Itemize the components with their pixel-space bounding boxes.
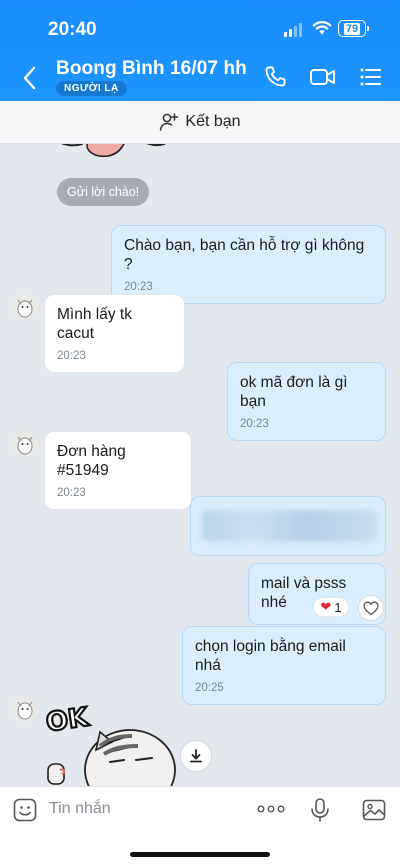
back-icon[interactable]: [20, 64, 40, 92]
more-icon[interactable]: [257, 805, 285, 813]
download-button[interactable]: [180, 740, 212, 772]
reaction-count: 1: [334, 599, 342, 615]
message-text: Đơn hàng #51949: [57, 443, 126, 479]
message-outgoing[interactable]: chọn login bằng email nhá 20:25: [182, 626, 386, 705]
add-friend-bar[interactable]: Kết bạn: [0, 101, 400, 144]
like-button[interactable]: [358, 595, 384, 621]
chat-area[interactable]: Gửi lời chào! Chào bạn, bạn cần hỗ trợ g…: [0, 144, 400, 786]
heart-outline-icon: [363, 601, 379, 615]
message-time: 20:23: [57, 487, 86, 500]
sticker-text: OK: [44, 702, 91, 738]
send-greeting-chip[interactable]: Gửi lời chào!: [57, 178, 150, 206]
battery-icon: 79: [338, 20, 369, 37]
wifi-icon: [312, 21, 332, 35]
message-outgoing[interactable]: ok mã đơn là gì bạn 20:23: [227, 362, 386, 441]
message-text: Mình lấy tk cacut: [57, 306, 132, 342]
message-input-bar: Tin nhắn: [0, 786, 400, 832]
add-friend-label: Kết bạn: [185, 113, 241, 130]
message-text: Chào bạn, bạn cần hỗ trợ gì không ?: [124, 237, 365, 273]
blurred-content: [201, 510, 377, 542]
sticker-partial-top: [61, 144, 166, 158]
sticker-icon[interactable]: [12, 797, 38, 823]
heart-icon: ❤: [320, 599, 332, 614]
image-icon[interactable]: [361, 797, 387, 823]
avatar[interactable]: [12, 696, 38, 722]
status-time: 20:40: [48, 19, 97, 40]
signal-icon: [284, 23, 302, 37]
contact-name[interactable]: Boong Bình 16/07 hh: [56, 58, 247, 80]
status-bar: 20:40 79: [0, 0, 400, 54]
message-outgoing-blurred[interactable]: [190, 496, 386, 556]
avatar[interactable]: [12, 431, 38, 457]
chat-header: 20:40 79 Boong Bình 16/07 hh NGƯỜI LẠ: [0, 0, 400, 101]
message-time: 20:23: [124, 281, 153, 294]
message-text: chọn login bằng email nhá: [195, 638, 346, 674]
message-outgoing[interactable]: Chào bạn, bạn cần hỗ trợ gì không ? 20:2…: [111, 225, 386, 304]
message-time: 20:23: [57, 350, 86, 363]
phone-icon[interactable]: [262, 64, 288, 90]
avatar[interactable]: [12, 294, 38, 320]
add-user-icon: [160, 113, 179, 131]
message-incoming[interactable]: Mình lấy tk cacut 20:23: [44, 294, 185, 373]
home-indicator-area: [0, 832, 400, 868]
ok-cat-sticker[interactable]: OK: [40, 700, 180, 786]
message-text: ok mã đơn là gì bạn: [240, 374, 348, 410]
video-icon[interactable]: [309, 64, 337, 90]
home-indicator[interactable]: [130, 852, 270, 857]
stranger-badge: NGƯỜI LẠ: [56, 81, 127, 96]
message-input[interactable]: Tin nhắn: [49, 800, 111, 818]
menu-icon[interactable]: [358, 64, 384, 90]
reaction-badge[interactable]: ❤ 1: [313, 597, 349, 617]
message-time: 20:23: [240, 418, 269, 431]
battery-level: 79: [343, 22, 361, 35]
mic-icon[interactable]: [309, 797, 331, 823]
message-incoming[interactable]: Đơn hàng #51949 20:23: [44, 431, 192, 510]
message-time: 20:25: [195, 682, 224, 695]
download-icon: [190, 749, 202, 763]
